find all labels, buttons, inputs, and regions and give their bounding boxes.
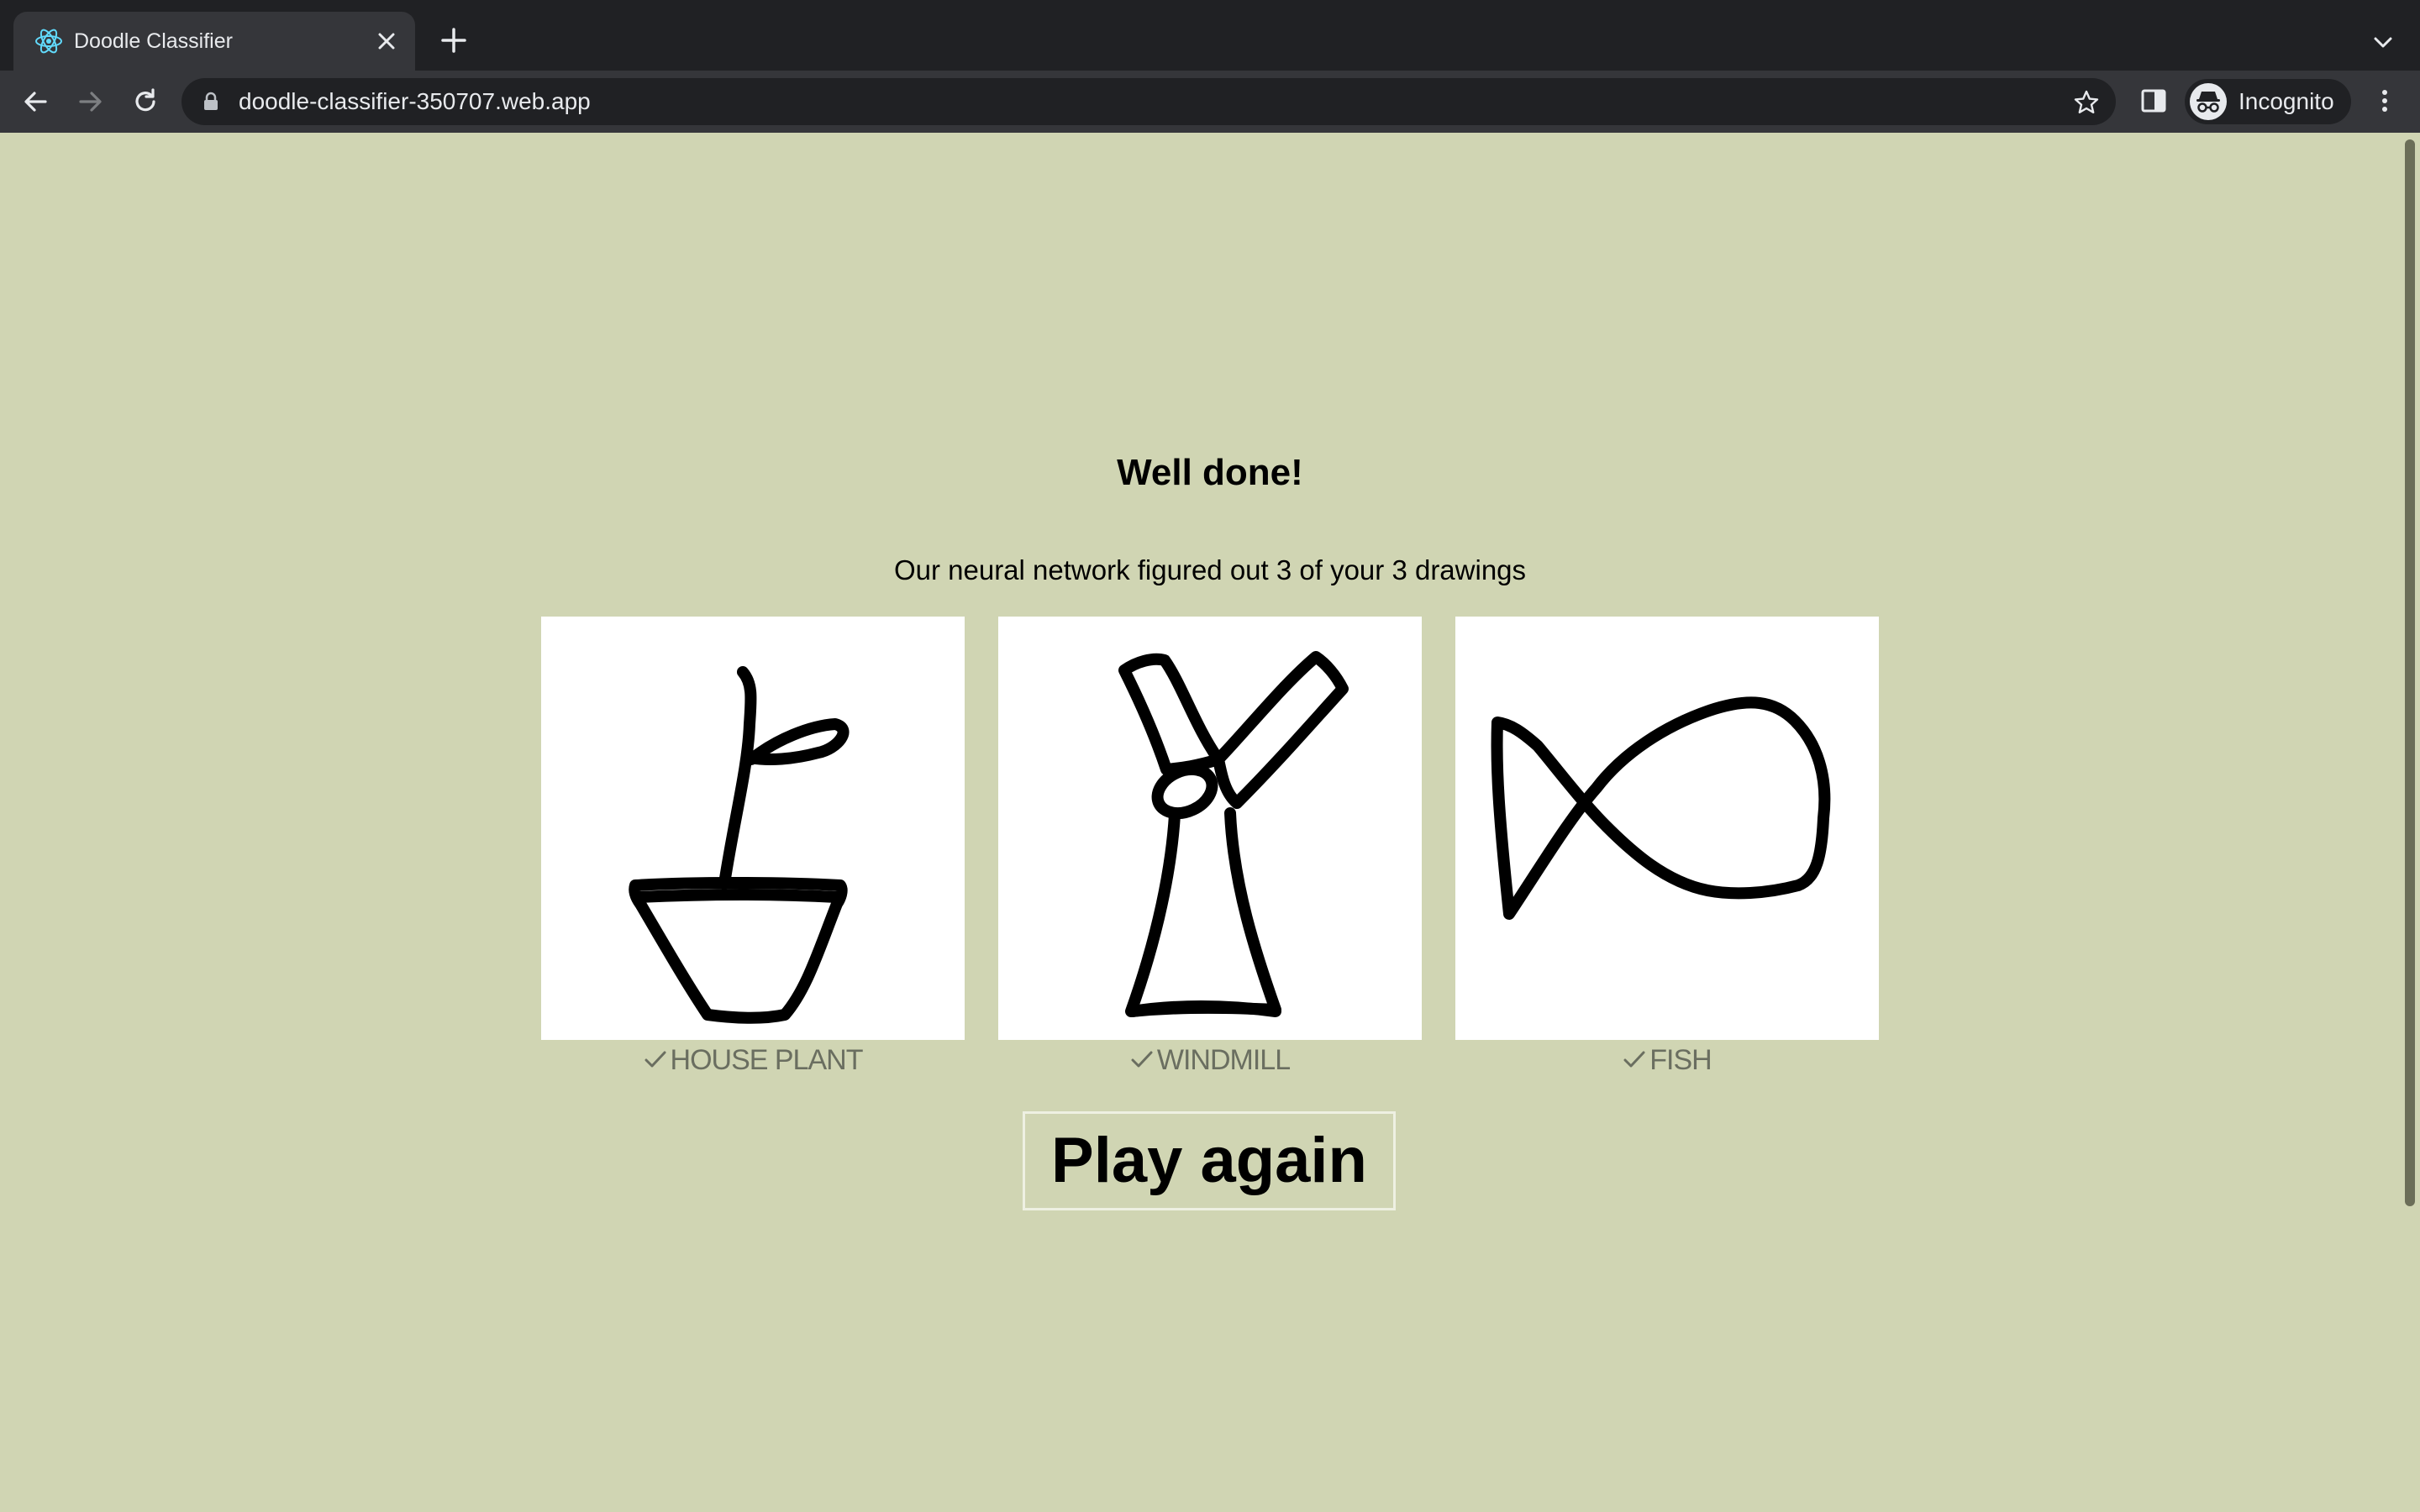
side-panel-icon[interactable] [2139,86,2169,116]
url-text[interactable]: doodle-classifier-350707.web.app [239,78,591,125]
tab-strip: Doodle Classifier [0,0,2420,71]
page-viewport: Well done! Our neural network figured ou… [0,133,2420,1512]
incognito-profile-button[interactable]: Incognito [2185,79,2351,124]
scrollbar[interactable] [2400,133,2420,1512]
windmill-drawing [1118,651,1349,1017]
result-label-windmill: WINDMILL [998,1042,1422,1079]
incognito-icon [2190,83,2227,120]
result-summary: Our neural network figured out 3 of your… [893,554,1527,585]
reload-icon[interactable] [129,86,161,118]
new-tab-icon[interactable] [439,25,469,55]
result-text: WINDMILL [1156,1044,1291,1076]
result-label-house-plant: HOUSE PLANT [541,1042,965,1079]
drawing-card-windmill [998,617,1422,1040]
drawing-card-house-plant [541,617,965,1040]
check-icon [1623,1051,1645,1068]
forward-icon[interactable] [74,86,106,118]
react-logo-icon [35,29,62,54]
back-icon[interactable] [20,86,52,118]
drawing-card-fish [1455,617,1879,1040]
browser-tab[interactable]: Doodle Classifier [13,12,415,71]
kebab-menu-icon[interactable] [2370,86,2400,116]
play-again-button[interactable]: Play again [1023,1111,1396,1210]
result-label-fish: FISH [1455,1042,1879,1079]
lock-icon[interactable] [202,92,220,112]
result-text: FISH [1649,1044,1712,1076]
page-title: Well done! [1117,452,1303,493]
check-icon [644,1051,666,1068]
browser-chrome: Doodle Classifier doodle-classifier-3507… [0,0,2420,133]
close-icon[interactable] [373,28,400,55]
fish-drawing [1491,696,1831,920]
chevron-down-icon[interactable] [2370,29,2396,55]
bookmark-star-icon[interactable] [2072,88,2101,117]
check-icon [1131,1051,1153,1068]
address-bar[interactable]: doodle-classifier-350707.web.app [182,78,2116,125]
profile-label: Incognito [2238,88,2334,114]
scrollbar-thumb[interactable] [2405,139,2415,1206]
tab-title: Doodle Classifier [74,29,233,53]
result-text: HOUSE PLANT [670,1044,864,1076]
browser-toolbar: doodle-classifier-350707.web.app [0,71,2420,133]
house-plant-drawing [629,666,850,1024]
